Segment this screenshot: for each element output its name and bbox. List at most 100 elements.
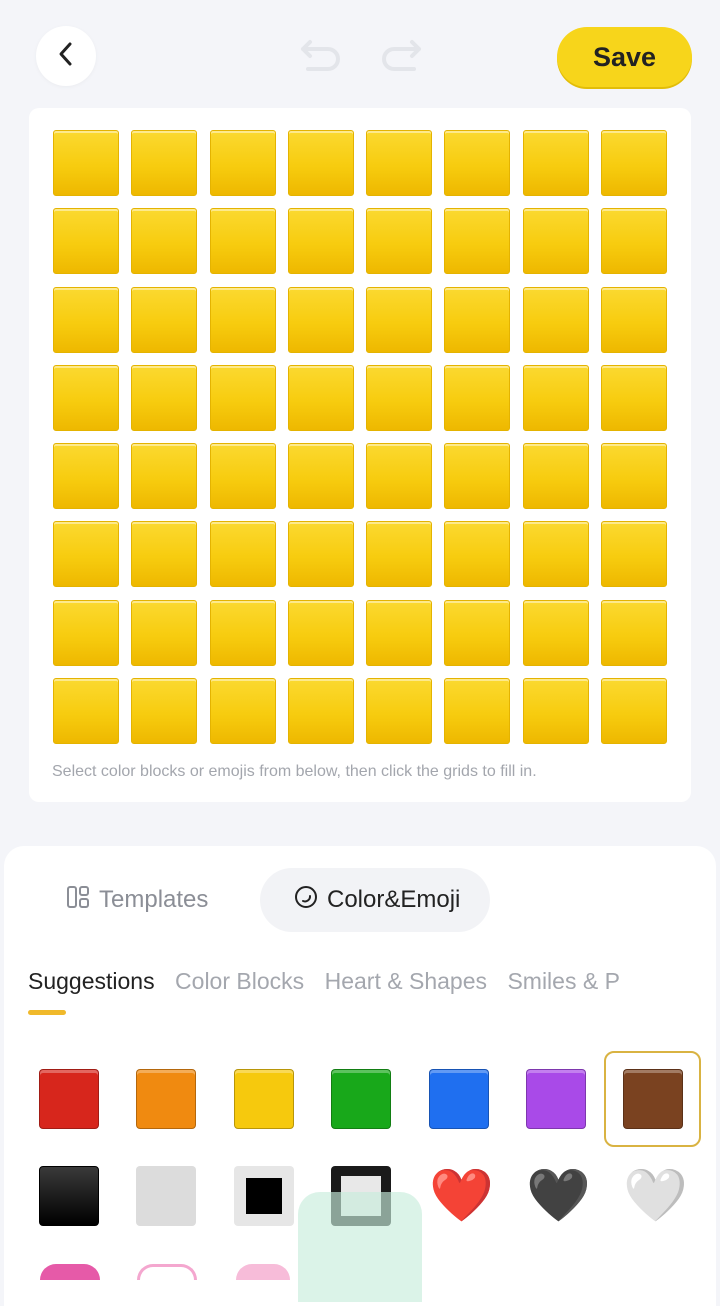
grid-cell[interactable] <box>209 130 276 196</box>
grid-cell[interactable] <box>522 521 589 588</box>
active-category-indicator <box>28 1010 66 1015</box>
grid-cell[interactable] <box>53 208 119 275</box>
grid-cell[interactable] <box>366 364 433 431</box>
grid-cell[interactable] <box>366 678 433 745</box>
black-small-square-icon <box>246 1178 282 1214</box>
grid-cell[interactable] <box>131 208 198 275</box>
grid-cell[interactable] <box>287 208 354 275</box>
grid-cell[interactable] <box>131 364 198 431</box>
color-swatch[interactable] <box>234 1069 294 1129</box>
grid-cell[interactable] <box>444 599 511 666</box>
flower-swatch-partial[interactable] <box>236 1264 290 1280</box>
grid-cell[interactable] <box>287 364 354 431</box>
grid-cell[interactable] <box>209 286 276 353</box>
pixel-grid[interactable] <box>53 130 668 745</box>
grid-cell[interactable] <box>366 443 433 510</box>
grid-cell[interactable] <box>53 364 119 431</box>
grid-cell[interactable] <box>522 208 589 275</box>
grid-cell[interactable] <box>601 678 668 745</box>
grid-cell[interactable] <box>444 364 511 431</box>
grid-cell[interactable] <box>53 521 119 588</box>
grid-cell[interactable] <box>522 443 589 510</box>
grid-cell[interactable] <box>209 599 276 666</box>
grid-cell[interactable] <box>601 364 668 431</box>
grid-cell[interactable] <box>444 443 511 510</box>
color-swatch[interactable] <box>429 1069 489 1129</box>
grid-cell[interactable] <box>444 286 511 353</box>
category-heart-shapes[interactable]: Heart & Shapes <box>325 968 487 995</box>
grid-cell[interactable] <box>444 678 511 745</box>
grid-cell[interactable] <box>366 599 433 666</box>
floating-assistant-overlay[interactable] <box>298 1192 422 1302</box>
grid-cell[interactable] <box>601 443 668 510</box>
tab-templates[interactable]: Templates <box>66 876 208 924</box>
category-suggestions[interactable]: Suggestions <box>28 968 155 1015</box>
grid-cell[interactable] <box>209 521 276 588</box>
grid-cell[interactable] <box>366 130 433 196</box>
grid-cell[interactable] <box>601 521 668 588</box>
pixel-canvas: Select color blocks or emojis from below… <box>29 108 691 802</box>
heart-outline-swatch-partial[interactable] <box>137 1264 197 1280</box>
white-heart-icon[interactable]: 🤍 <box>623 1166 688 1226</box>
grid-cell[interactable] <box>287 521 354 588</box>
tab-templates-label: Templates <box>99 886 209 913</box>
grid-cell[interactable] <box>131 599 198 666</box>
redo-icon <box>378 36 424 81</box>
grid-cell[interactable] <box>522 130 589 196</box>
grid-cell[interactable] <box>444 208 511 275</box>
grid-cell[interactable] <box>53 286 119 353</box>
grid-cell[interactable] <box>53 678 119 745</box>
grid-cell[interactable] <box>522 364 589 431</box>
pink-heart-swatch-partial[interactable] <box>40 1264 100 1280</box>
grid-cell[interactable] <box>131 130 198 196</box>
grid-cell[interactable] <box>209 208 276 275</box>
color-swatch[interactable] <box>39 1069 99 1129</box>
grid-cell[interactable] <box>209 364 276 431</box>
grid-cell[interactable] <box>601 286 668 353</box>
red-heart-icon[interactable]: ❤️ <box>429 1166 494 1226</box>
grid-cell[interactable] <box>287 443 354 510</box>
grid-cell[interactable] <box>131 443 198 510</box>
grid-cell[interactable] <box>522 599 589 666</box>
tab-color-emoji[interactable]: Color&Emoji <box>260 868 491 932</box>
grid-cell[interactable] <box>131 521 198 588</box>
grid-cell[interactable] <box>53 443 119 510</box>
back-button[interactable] <box>36 26 96 86</box>
category-smiles[interactable]: Smiles & P <box>507 968 619 995</box>
color-swatch[interactable] <box>331 1069 391 1129</box>
grid-cell[interactable] <box>444 130 511 196</box>
grid-cell[interactable] <box>366 521 433 588</box>
grid-cell[interactable] <box>522 286 589 353</box>
grid-cell[interactable] <box>131 286 198 353</box>
color-swatch[interactable] <box>526 1069 586 1129</box>
grid-cell[interactable] <box>444 521 511 588</box>
grid-cell[interactable] <box>601 599 668 666</box>
category-tabs: Suggestions Color Blocks Heart & Shapes … <box>28 968 716 1038</box>
grid-cell[interactable] <box>209 443 276 510</box>
black-heart-icon[interactable]: 🖤 <box>526 1166 591 1226</box>
color-swatch[interactable] <box>136 1069 196 1129</box>
grid-cell[interactable] <box>287 678 354 745</box>
palette-icon <box>294 885 318 916</box>
grid-cell[interactable] <box>287 599 354 666</box>
swatch-black-square-on-white[interactable] <box>234 1166 294 1226</box>
grid-cell[interactable] <box>209 678 276 745</box>
grid-cell[interactable] <box>287 286 354 353</box>
grid-cell[interactable] <box>601 130 668 196</box>
grid-cell[interactable] <box>287 130 354 196</box>
save-button[interactable]: Save <box>557 27 692 87</box>
grid-cell[interactable] <box>522 678 589 745</box>
swatch-black-square[interactable] <box>39 1166 99 1226</box>
grid-cell[interactable] <box>601 208 668 275</box>
grid-cell[interactable] <box>366 208 433 275</box>
grid-cell[interactable] <box>366 286 433 353</box>
category-color-blocks[interactable]: Color Blocks <box>175 968 304 995</box>
undo-button[interactable] <box>296 36 346 80</box>
grid-cell[interactable] <box>53 130 119 196</box>
color-swatch[interactable] <box>623 1069 683 1129</box>
grid-cell[interactable] <box>53 599 119 666</box>
swatch-light-gray-square[interactable] <box>136 1166 196 1226</box>
tab-color-emoji-label: Color&Emoji <box>327 886 461 913</box>
redo-button[interactable] <box>376 36 426 80</box>
grid-cell[interactable] <box>131 678 198 745</box>
